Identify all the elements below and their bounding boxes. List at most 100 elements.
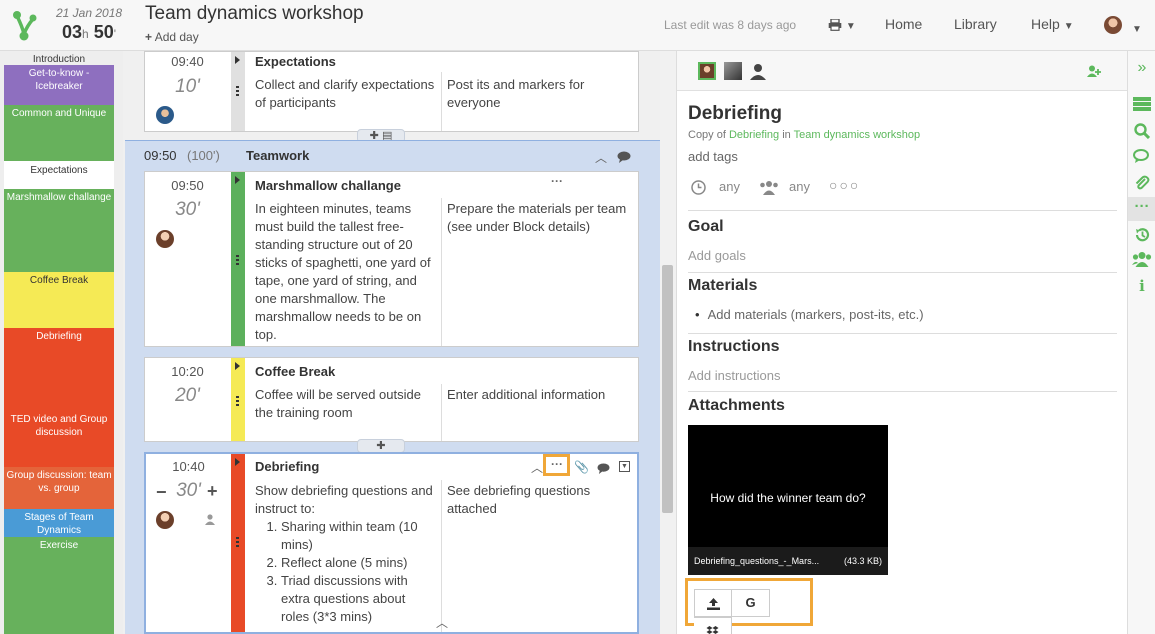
schedule-scrollbar-thumb[interactable] [662, 265, 673, 513]
group-name[interactable]: Teamwork [246, 148, 309, 163]
expand-arrow-icon[interactable] [235, 362, 240, 370]
drag-handle-icon[interactable] [236, 86, 239, 98]
collapse-chevron-icon[interactable]: ︿ [595, 149, 607, 166]
block-color-strip[interactable] [231, 172, 245, 346]
block-notes[interactable]: Prepare the materials per team (see unde… [447, 200, 635, 236]
timeline-block-stages[interactable]: Stages of Team Dynamics [4, 509, 114, 537]
blocks-list-icon[interactable] [1128, 97, 1155, 115]
block-title[interactable]: Coffee Break [255, 364, 335, 379]
block-duration[interactable]: 20' [145, 385, 230, 407]
block-card-debriefing[interactable]: 10:40 − 30' + Debriefing ︿ ··· 📎 ▼ Show … [144, 452, 639, 634]
history-icon[interactable] [1128, 227, 1155, 247]
block-notes-placeholder[interactable]: Enter additional information [447, 386, 635, 404]
timeline-block-coffee-break[interactable]: Coffee Break [4, 272, 114, 328]
expand-arrow-icon[interactable] [235, 56, 240, 64]
print-dropdown[interactable]: ▼ [828, 16, 856, 32]
google-drive-button[interactable]: G [732, 589, 770, 617]
nav-library[interactable]: Library [954, 16, 997, 32]
block-duration[interactable]: 30' [145, 199, 230, 221]
goal-input[interactable]: Add goals [688, 248, 746, 263]
block-description[interactable]: In eighteen minutes, teams must build th… [255, 200, 435, 344]
copy-source-workshop-link[interactable]: Team dynamics workshop [794, 129, 921, 141]
block-title[interactable]: Debriefing [255, 459, 319, 474]
materials-input[interactable]: • Add materials (markers, post-its, etc.) [695, 307, 924, 322]
add-facilitator-icon[interactable] [1087, 65, 1101, 77]
person-icon[interactable] [205, 514, 215, 525]
search-icon[interactable] [1128, 123, 1155, 143]
collapse-chevron-icon[interactable]: ︿ [436, 614, 448, 631]
drag-handle-icon[interactable] [236, 255, 239, 267]
timeline-sidebar: Introduction Get-to-know - Icebreaker Co… [0, 51, 123, 634]
more-details-icon[interactable]: ··· [1128, 197, 1155, 221]
timeline-block-icebreaker[interactable]: Get-to-know - Icebreaker [4, 65, 114, 105]
block-color-strip[interactable] [231, 454, 245, 632]
collapse-panel-icon[interactable]: » [1128, 59, 1155, 77]
workshop-duration: 03h 50' [62, 22, 117, 42]
block-color-strip[interactable] [231, 52, 245, 131]
time-filter-value[interactable]: any [719, 179, 740, 194]
app-logo-icon[interactable] [8, 8, 40, 42]
comment-icon[interactable] [617, 151, 631, 163]
nav-help[interactable]: Help ▼ [1031, 16, 1074, 32]
expand-arrow-icon[interactable] [235, 458, 240, 466]
info-icon[interactable]: i [1128, 277, 1155, 295]
participants-icon[interactable] [1128, 251, 1155, 271]
block-card-expectations[interactable]: 09:40 10' Expectations Collect and clari… [144, 51, 639, 132]
user-menu-chevron-icon[interactable]: ▼ [1132, 19, 1142, 35]
dropbox-button[interactable] [694, 617, 732, 634]
energy-level-icon[interactable]: ○○○ [829, 177, 860, 193]
more-options-icon[interactable]: ··· [551, 174, 563, 188]
drag-handle-icon[interactable] [236, 396, 239, 408]
timeline-block-expectations[interactable]: Expectations [4, 161, 114, 189]
block-duration[interactable]: 30' [146, 480, 231, 502]
add-block-button[interactable]: ✚ [357, 439, 405, 453]
facilitator-avatar-3[interactable] [749, 62, 767, 80]
timeline-block-ted-video[interactable]: TED video and Group discussion [4, 411, 114, 467]
group-header-teamwork[interactable]: 09:50 (100') Teamwork ︿ [125, 140, 660, 172]
comment-icon[interactable] [597, 463, 610, 474]
upload-button[interactable] [694, 589, 732, 617]
timeline-block-group-discussion[interactable]: Group discussion: team vs. group [4, 467, 114, 509]
timeline-block-marshmallow[interactable]: Marshmallow challange [4, 189, 114, 272]
dropdown-toggle-icon[interactable]: ▼ [619, 461, 630, 472]
user-avatar[interactable] [1104, 16, 1122, 34]
add-tags-input[interactable]: add tags [688, 149, 738, 164]
drag-handle-icon[interactable] [236, 537, 239, 549]
facilitator-avatar [156, 511, 174, 529]
expand-arrow-icon[interactable] [235, 176, 240, 184]
block-card-coffee-break[interactable]: 10:20 20' Coffee Break Coffee will be se… [144, 357, 639, 442]
increase-duration-button[interactable]: + [207, 481, 218, 502]
workshop-title[interactable]: Team dynamics workshop [145, 3, 364, 25]
instructions-input[interactable]: Add instructions [688, 368, 781, 383]
block-description[interactable]: Coffee will be served outside the traini… [255, 386, 435, 422]
add-day-button[interactable]: + Add day [145, 30, 199, 44]
attachment-icon[interactable]: 📎 [574, 460, 589, 474]
collapse-chevron-icon[interactable]: ︿ [531, 459, 543, 476]
block-title[interactable]: Marshmallow challange [255, 178, 401, 193]
block-description[interactable]: Show debriefing questions and instruct t… [255, 482, 435, 626]
goal-heading: Goal [688, 218, 724, 235]
block-title[interactable]: Expectations [255, 54, 336, 69]
timeline-block-introduction[interactable]: Introduction [4, 51, 114, 65]
copy-source-block-link[interactable]: Debriefing [729, 129, 779, 141]
timeline-block-common-unique[interactable]: Common and Unique [4, 105, 114, 161]
timeline-block-exercise[interactable]: Exercise [4, 537, 114, 634]
block-card-marshmallow[interactable]: 09:50 30' Marshmallow challange ··· In e… [144, 171, 639, 347]
attachment-info-bar: Debriefing_questions_-_Mars... (43.3 KB) [688, 547, 888, 575]
facilitator-avatar-2[interactable] [724, 62, 742, 80]
details-title[interactable]: Debriefing [688, 103, 782, 125]
comments-icon[interactable] [1128, 149, 1155, 168]
facilitator-avatar-1[interactable] [698, 62, 716, 80]
block-color-strip[interactable] [231, 358, 245, 441]
block-notes[interactable]: See debriefing questions attached [447, 482, 635, 518]
block-notes[interactable]: Post its and markers for everyone [447, 76, 632, 112]
timeline-block-debriefing[interactable]: Debriefing [4, 328, 114, 411]
block-description[interactable]: Collect and clarify expectations of part… [255, 76, 435, 112]
group-size-icon [760, 181, 778, 195]
attachment-icon[interactable] [1128, 175, 1155, 195]
group-size-value[interactable]: any [789, 179, 810, 194]
column-divider [441, 384, 442, 441]
attachment-thumbnail[interactable]: How did the winner team do? Debriefing_q… [688, 425, 888, 575]
block-duration[interactable]: 10' [145, 76, 230, 98]
nav-home[interactable]: Home [885, 16, 922, 32]
